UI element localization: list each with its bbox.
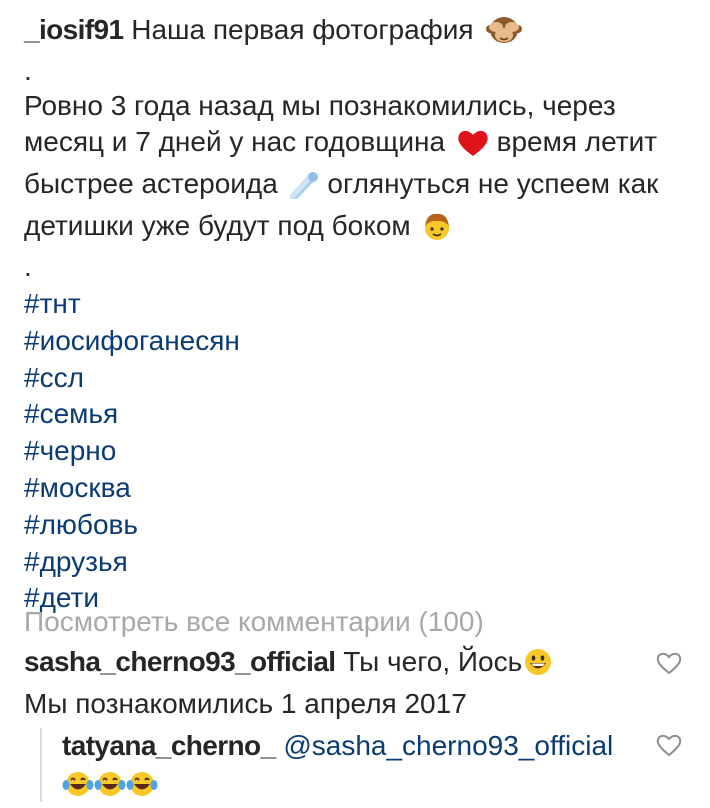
comment-emoji-line	[62, 766, 642, 808]
comment-author-username[interactable]: sasha_cherno93_official	[24, 646, 336, 677]
tears-of-joy-icon	[94, 769, 126, 808]
hashtag-link[interactable]: #любовь	[24, 507, 684, 544]
hashtag-link[interactable]: #ссл	[24, 360, 684, 397]
caption-text: детишки уже будут под боком	[24, 210, 411, 241]
comment-reply: tatyana_cherno_ @sasha_cherno93_official	[62, 728, 642, 808]
grinning-face-icon	[523, 647, 553, 686]
comment-author-username[interactable]: tatyana_cherno_	[62, 730, 276, 761]
comment-text: Ты чего, Йось	[343, 646, 523, 677]
hashtag-link[interactable]: #тнт	[24, 286, 684, 323]
caption-text: Ровно 3 года назад мы познакомились, чер…	[24, 90, 616, 121]
caption-dot: .	[24, 251, 32, 282]
caption-text: месяц и 7 дней у нас годовщина	[24, 126, 446, 157]
red-heart-icon	[457, 129, 489, 166]
caption-body-line: Ровно 3 года назад мы познакомились, чер…	[24, 88, 684, 124]
child-face-icon	[422, 211, 452, 250]
hashtag-link[interactable]: #иосифоганесян	[24, 323, 684, 360]
post-author-username[interactable]: _iosif91	[24, 14, 124, 45]
view-all-comments-link[interactable]: Посмотреть все комментарии (100)	[24, 604, 484, 640]
caption-text: оглянуться не успеем как	[327, 168, 659, 199]
caption-text: время летит	[496, 126, 658, 157]
caption-body-line: месяц и 7 дней у нас годовщина время лет…	[24, 124, 684, 166]
caption-body-line: детишки уже будут под боком	[24, 208, 684, 250]
like-heart-icon[interactable]	[656, 730, 682, 757]
comment-first-line: sasha_cherno93_official Ты чего, Йось	[24, 644, 644, 686]
tears-of-joy-icon	[62, 769, 94, 808]
tears-of-joy-icon	[126, 769, 158, 808]
hashtag-list: #тнт #иосифоганесян #ссл #семья #черно #…	[24, 286, 684, 617]
user-mention-link[interactable]: @sasha_cherno93_official	[283, 730, 613, 761]
hashtag-link[interactable]: #москва	[24, 470, 684, 507]
post-caption: _iosif91 Наша первая фотография . Ровно …	[24, 12, 684, 617]
comment-second-line: Мы познакомились 1 апреля 2017	[24, 688, 467, 719]
caption-text: быстрее астероида	[24, 168, 278, 199]
hashtag-link[interactable]: #семья	[24, 396, 684, 433]
comet-icon	[288, 171, 320, 208]
post-title-text: Наша первая фотография	[131, 14, 474, 45]
comment-first-line: tatyana_cherno_ @sasha_cherno93_official	[62, 728, 642, 764]
hashtag-link[interactable]: #черно	[24, 433, 684, 470]
caption-body-line: быстрее астероида оглянуться не успеем к…	[24, 166, 684, 208]
caption-first-line: _iosif91 Наша первая фотография	[24, 12, 684, 54]
caption-dot: .	[24, 55, 32, 86]
see-no-evil-monkey-icon	[485, 13, 523, 54]
hashtag-link[interactable]: #друзья	[24, 544, 684, 581]
reply-thread-line	[40, 728, 42, 802]
comment: sasha_cherno93_official Ты чего, Йось Мы…	[24, 644, 644, 722]
like-heart-icon[interactable]	[656, 648, 682, 675]
